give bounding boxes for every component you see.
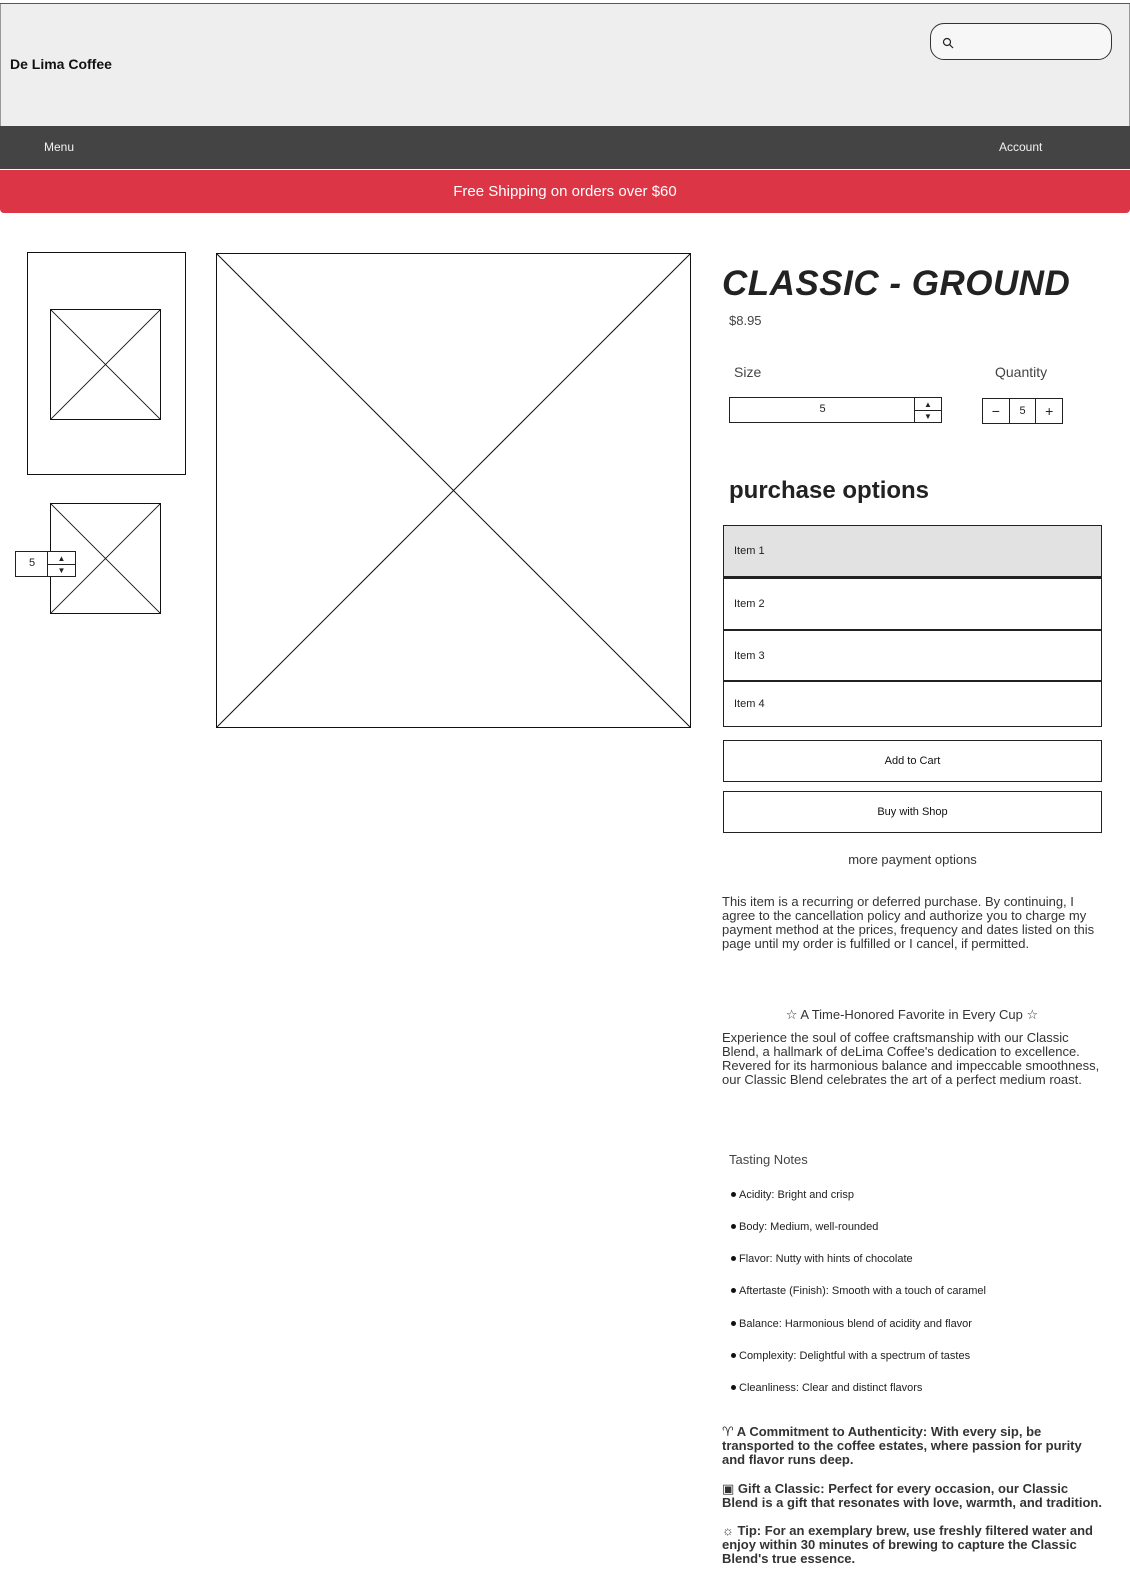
nav-menu-link[interactable]: Menu — [44, 140, 74, 154]
search-icon — [942, 36, 954, 49]
quantity-stepper[interactable]: − 5 + — [982, 398, 1063, 424]
brand-logo-text[interactable]: De Lima Coffee — [10, 56, 112, 72]
product-title: CLASSIC - GROUND — [722, 264, 1071, 303]
quantity-decrement-button[interactable]: − — [983, 399, 1009, 423]
search-input[interactable] — [930, 23, 1112, 60]
product-price: $8.95 — [729, 313, 762, 328]
tasting-note-item: Flavor: Nutty with hints of chocolate — [731, 1253, 913, 1265]
tasting-notes-heading: Tasting Notes — [729, 1152, 808, 1167]
lightbulb-icon: ☼ — [722, 1523, 734, 1538]
tasting-note-item: Cleanliness: Clear and distinct flavors — [731, 1382, 922, 1394]
favorite-heading: ☆ A Time-Honored Favorite in Every Cup ☆ — [722, 1007, 1102, 1023]
star-icon: ☆ — [1026, 1007, 1039, 1022]
size-down-icon[interactable]: ▼ — [915, 410, 941, 422]
tasting-note-item: Body: Medium, well-rounded — [731, 1221, 878, 1233]
purchase-option-item-3[interactable]: Item 3 — [723, 630, 1102, 681]
quantity-value[interactable]: 5 — [1008, 399, 1036, 423]
gift-icon: ▣ — [722, 1481, 735, 1496]
nav-account-link[interactable]: Account — [999, 140, 1042, 154]
size-label: Size — [734, 364, 762, 380]
free-shipping-banner: Free Shipping on orders over $60 — [0, 170, 1130, 213]
buy-with-shop-button[interactable]: Buy with Shop — [723, 791, 1102, 833]
purchase-option-item-2[interactable]: Item 2 — [723, 578, 1102, 630]
thumbnail-number-stepper[interactable]: 5 ▲ ▼ — [15, 551, 76, 577]
tasting-note-item: Aftertaste (Finish): Smooth with a touch… — [731, 1285, 986, 1297]
stepper-down-icon[interactable]: ▼ — [48, 564, 75, 576]
star-icon: ☆ — [785, 1007, 798, 1022]
main-nav-bar — [0, 126, 1130, 169]
favorite-heading-text: A Time-Honored Favorite in Every Cup — [800, 1007, 1023, 1022]
more-payment-options-link[interactable]: more payment options — [723, 852, 1102, 867]
quantity-label: Quantity — [995, 364, 1048, 380]
highlight-gift: ▣ Gift a Classic: Perfect for every occa… — [722, 1481, 1102, 1510]
highlight-tip: ☼ Tip: For an exemplary brew, use freshl… — [722, 1523, 1093, 1566]
main-product-image — [216, 253, 691, 728]
quantity-increment-button[interactable]: + — [1035, 399, 1062, 423]
tasting-note-item: Acidity: Bright and crisp — [731, 1189, 854, 1201]
size-select[interactable]: 5 ▲ ▼ — [729, 397, 942, 423]
size-value: 5 — [819, 403, 826, 415]
plant-icon: ♈ — [722, 1424, 734, 1439]
tasting-note-item: Complexity: Delightful with a spectrum o… — [731, 1350, 970, 1362]
purchase-option-item-1[interactable]: Item 1 — [723, 525, 1102, 578]
highlight-authenticity: ♈ A Commitment to Authenticity: With eve… — [722, 1424, 1082, 1467]
add-to-cart-button[interactable]: Add to Cart — [723, 740, 1102, 782]
thumbnail-stepper-value: 5 — [28, 557, 36, 569]
thumbnail-image-1[interactable] — [50, 309, 161, 420]
purchase-option-item-4[interactable]: Item 4 — [723, 681, 1102, 727]
tasting-note-item: Balance: Harmonious blend of acidity and… — [731, 1318, 972, 1330]
recurring-purchase-disclaimer: This item is a recurring or deferred pur… — [722, 894, 1095, 951]
product-description: Experience the soul of coffee craftsmans… — [722, 1030, 1100, 1087]
purchase-options-heading: purchase options — [729, 477, 930, 504]
